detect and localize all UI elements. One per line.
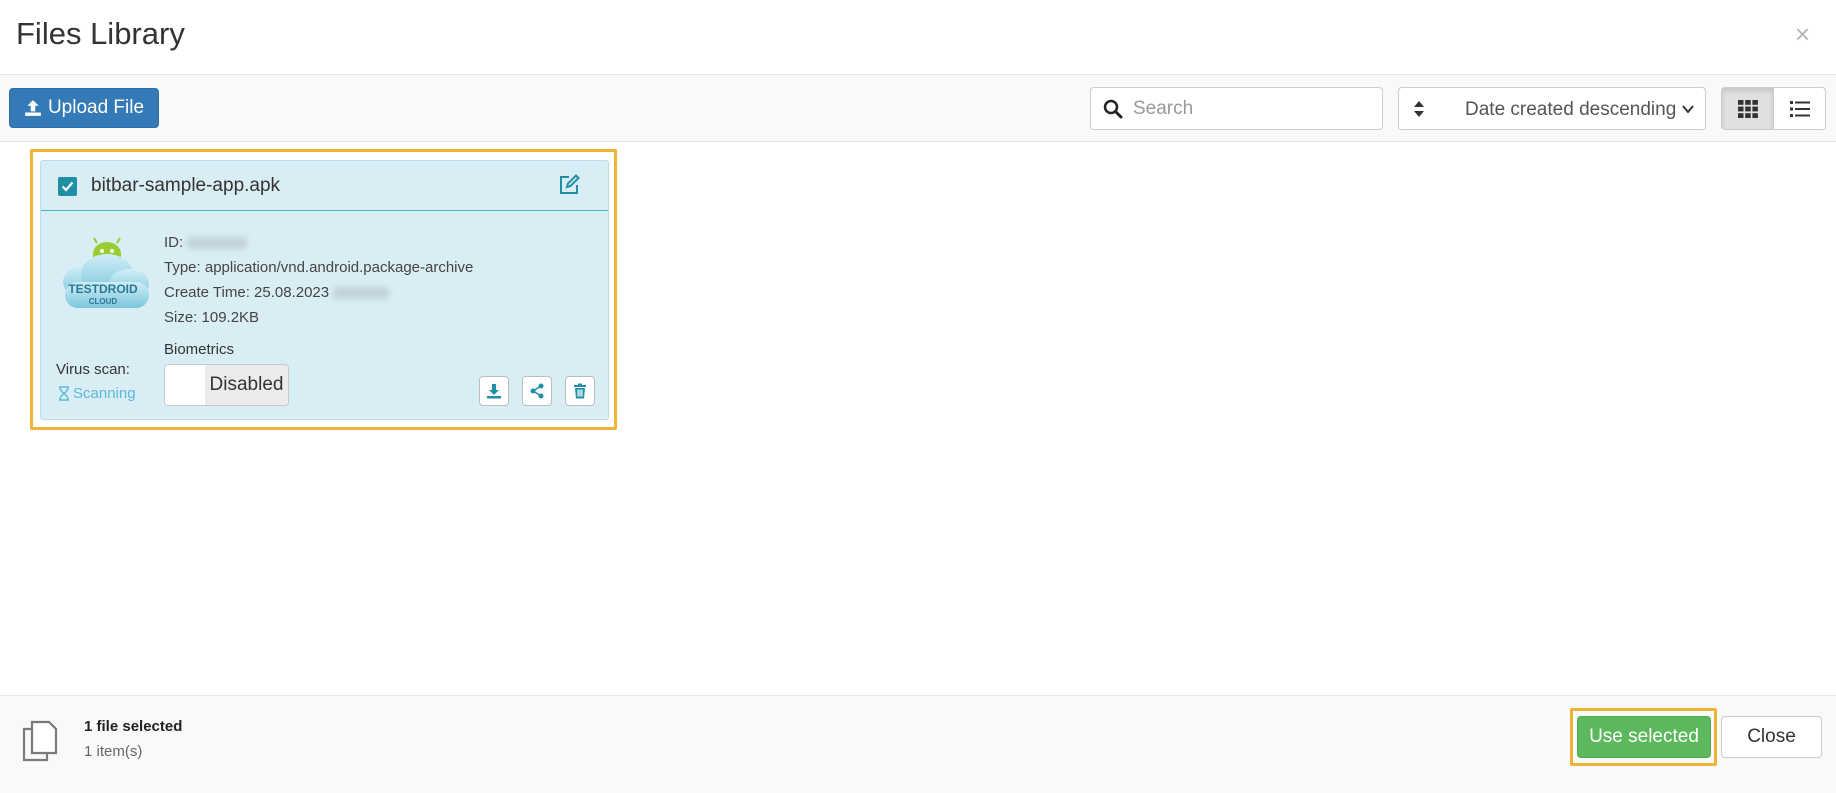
file-name: bitbar-sample-app.apk bbox=[91, 175, 281, 196]
file-size: Size: 109.2KB bbox=[164, 309, 260, 326]
file-select-checkbox[interactable] bbox=[58, 177, 77, 196]
file-id-label: ID: bbox=[164, 234, 184, 251]
biometrics-state: Disabled bbox=[205, 365, 288, 405]
upload-icon bbox=[25, 100, 41, 116]
item-count: 1 item(s) bbox=[84, 743, 143, 760]
create-time-label: Create Time: 25.08.2023 bbox=[164, 284, 330, 301]
delete-button[interactable] bbox=[565, 376, 595, 406]
upload-file-button[interactable]: Upload File bbox=[9, 88, 159, 128]
logo-text: TESTDROID bbox=[68, 282, 138, 296]
upload-file-label: Upload File bbox=[47, 97, 145, 118]
biometrics-label: Biometrics bbox=[164, 341, 235, 358]
biometrics-toggle[interactable]: Disabled bbox=[164, 364, 289, 406]
view-toggle bbox=[1721, 87, 1826, 130]
redacted-id bbox=[187, 237, 248, 250]
page-title: Files Library bbox=[16, 16, 185, 51]
logo-subtext: CLOUD bbox=[89, 297, 118, 306]
toolbar: Upload File Date created descending bbox=[0, 75, 1836, 142]
checkmark-icon bbox=[61, 181, 74, 192]
file-card-header: bitbar-sample-app.apk bbox=[41, 161, 608, 211]
chevron-down-icon bbox=[1682, 105, 1694, 114]
use-selected-button[interactable]: Use selected bbox=[1577, 716, 1711, 758]
virus-scan-status: Scanning bbox=[58, 385, 136, 402]
close-button[interactable]: Close bbox=[1721, 716, 1822, 758]
list-view-icon bbox=[1789, 100, 1810, 117]
download-icon bbox=[487, 384, 501, 399]
search-icon bbox=[1103, 99, 1123, 119]
list-view-button[interactable] bbox=[1774, 88, 1825, 129]
selected-count: 1 file selected bbox=[84, 718, 183, 735]
download-button[interactable] bbox=[479, 376, 509, 406]
grid-view-button[interactable] bbox=[1722, 88, 1774, 129]
files-copy-icon bbox=[22, 720, 58, 762]
virus-scan-label: Virus scan: bbox=[56, 361, 130, 378]
scanning-label: Scanning bbox=[73, 385, 136, 402]
edit-icon[interactable] bbox=[558, 174, 580, 196]
search-input[interactable] bbox=[1133, 88, 1373, 129]
hourglass-icon bbox=[59, 386, 69, 401]
redacted-time bbox=[333, 287, 390, 300]
file-create-time: Create Time: 25.08.2023 bbox=[164, 284, 390, 301]
share-icon bbox=[530, 383, 544, 399]
close-icon[interactable]: × bbox=[1795, 20, 1810, 48]
testdroid-logo: TESTDROID CLOUD bbox=[63, 237, 149, 308]
modal-footer: 1 file selected 1 item(s) Use selected C… bbox=[0, 695, 1836, 793]
file-id: ID: bbox=[164, 234, 248, 251]
file-type: Type: application/vnd.android.package-ar… bbox=[164, 259, 474, 276]
sort-selected-value: Date created descending bbox=[1465, 99, 1677, 120]
sort-icon bbox=[1414, 101, 1424, 117]
share-button[interactable] bbox=[522, 376, 552, 406]
grid-view-icon bbox=[1737, 99, 1758, 118]
file-card[interactable]: bitbar-sample-app.apk TESTDROID CLOUD ID… bbox=[40, 160, 609, 420]
file-actions bbox=[479, 376, 595, 406]
trash-icon bbox=[574, 383, 586, 399]
modal-header: Files Library × bbox=[0, 0, 1836, 75]
toggle-knob bbox=[165, 365, 205, 405]
search-box bbox=[1090, 87, 1383, 130]
sort-select[interactable]: Date created descending bbox=[1398, 87, 1706, 130]
